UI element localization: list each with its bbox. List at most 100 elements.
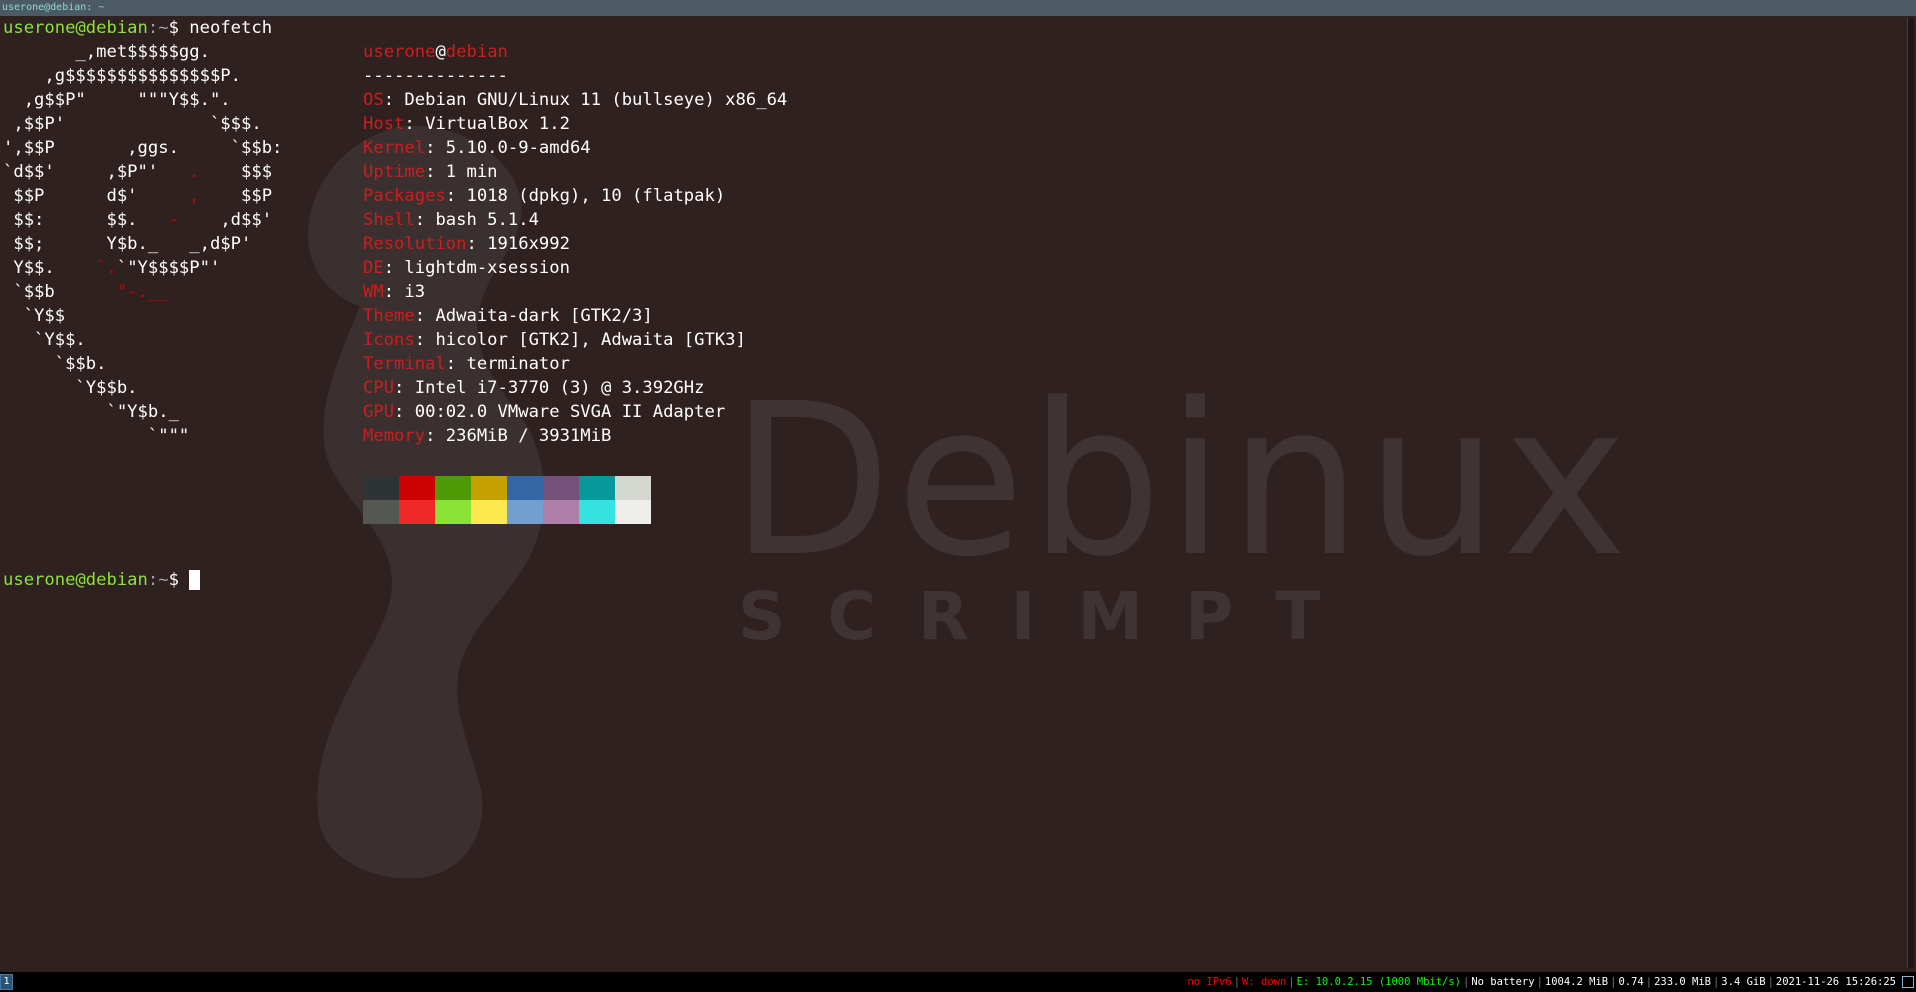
info-label: OS (363, 90, 384, 110)
palette-swatch-normal-5 (543, 476, 579, 500)
prompt-path-2: :~ (147, 570, 169, 590)
ascii-logo-line: `"Y$b._ (3, 400, 178, 424)
info-label: CPU (363, 378, 395, 398)
palette-swatch-normal-1 (399, 476, 435, 500)
info-label: Shell (363, 210, 415, 230)
info-value: : i3 (383, 282, 426, 302)
ascii-logo-line: $$: $$. - ,d$$' (3, 208, 272, 232)
battery-status: No battery (1471, 976, 1535, 988)
palette-swatch-normal-0 (363, 476, 399, 500)
command-prompt-line-2[interactable]: userone@debian:~$ (3, 568, 201, 592)
ascii-logo-segment: $$P d$' (3, 186, 190, 206)
ipv6-status: no IPv6 (1187, 976, 1232, 988)
info-value: : Intel i7-3770 (3) @ 3.392GHz (394, 378, 705, 398)
palette-swatch-bright-2 (435, 500, 471, 524)
terminal-scrollbar[interactable] (1906, 16, 1916, 972)
palette-swatch-normal-6 (579, 476, 615, 500)
ascii-logo-line: Y$$. `.`"Y$$$$P"' (3, 256, 220, 280)
palette-swatch-bright-7 (615, 500, 651, 524)
prompt-command: neofetch (178, 18, 273, 38)
info-row-shell: Shell: bash 5.1.4 (363, 208, 539, 232)
info-row-icons: Icons: hicolor [GTK2], Adwaita [GTK3] (363, 328, 746, 352)
palette-swatch-normal-4 (507, 476, 543, 500)
ascii-logo-red-segment: . (189, 162, 200, 182)
info-label: Terminal (363, 354, 446, 374)
info-value: : 1018 (dpkg), 10 (flatpak) (445, 186, 726, 206)
ascii-logo-segment: `Y$$b. (3, 378, 138, 398)
info-row-cpu: CPU: Intel i7-3770 (3) @ 3.392GHz (363, 376, 704, 400)
wallpaper-subtitle-text: SCRIMPT (738, 578, 1363, 655)
ascii-logo-red-segment: , (189, 186, 200, 206)
info-label: DE (363, 258, 384, 278)
info-value: : Adwaita-dark [GTK2/3] (414, 306, 653, 326)
info-label: Packages (363, 186, 446, 206)
ascii-logo-segment: `$$b (3, 282, 117, 302)
ascii-logo-line: `$$b. (3, 352, 107, 376)
info-label: Resolution (363, 234, 467, 254)
info-row-gpu: GPU: 00:02.0 VMware SVGA II Adapter (363, 400, 725, 424)
scrollbar-thumb[interactable] (1907, 18, 1914, 968)
info-row-de: DE: lightdm-xsession (363, 256, 570, 280)
memory-total-status: 3.4 GiB (1721, 976, 1766, 988)
info-value: : lightdm-xsession (383, 258, 570, 278)
status-separator: | (1288, 976, 1295, 988)
ascii-logo-line: `d$$' ,$P"' . $$$ (3, 160, 272, 184)
info-row-terminal: Terminal: terminator (363, 352, 570, 376)
info-value: : bash 5.1.4 (414, 210, 539, 230)
ascii-logo-line: `$$b "-.__ (3, 280, 169, 304)
info-label: Kernel (363, 138, 426, 158)
status-separator: | (1767, 976, 1774, 988)
ascii-logo-segment: ,$$P' `$$$. (3, 114, 262, 134)
info-label: GPU (363, 402, 395, 422)
info-value: : terminator (445, 354, 570, 374)
info-value: : 236MiB / 3931MiB (425, 426, 612, 446)
ascii-logo-line: `Y$$ (3, 304, 65, 328)
info-value: : Debian GNU/Linux 11 (bullseye) x86_64 (383, 90, 788, 110)
info-row-uptime: Uptime: 1 min (363, 160, 498, 184)
ascii-logo-segment: $$P (199, 186, 273, 206)
palette-swatch-bright-3 (471, 500, 507, 524)
info-value: : hicolor [GTK2], Adwaita [GTK3] (414, 330, 746, 350)
ascii-logo-segment: `"Y$$$$P"' (116, 258, 221, 278)
info-label: Memory (363, 426, 426, 446)
tray-window-icon[interactable] (1902, 976, 1914, 988)
ascii-logo-red-segment: "-.__ (116, 282, 169, 302)
palette-swatch-normal-3 (471, 476, 507, 500)
ethernet-status: E: 10.0.2.15 (1000 Mbit/s) (1296, 976, 1462, 988)
info-at: @ (435, 42, 446, 62)
workspace-button[interactable]: 1 (0, 974, 13, 990)
palette-swatch-normal-2 (435, 476, 471, 500)
info-host: debian (445, 42, 508, 62)
ascii-logo-segment: `Y$$ (3, 306, 66, 326)
info-row-kernel: Kernel: 5.10.0-9-amd64 (363, 136, 591, 160)
palette-swatch-normal-7 (615, 476, 651, 500)
ascii-logo-segment: ,d$$' (178, 210, 273, 230)
info-header: userone@debian (363, 40, 508, 64)
info-label: Theme (363, 306, 415, 326)
info-row-theme: Theme: Adwaita-dark [GTK2/3] (363, 304, 653, 328)
memory-used-status: 233.0 MiB (1654, 976, 1711, 988)
palette-swatch-bright-0 (363, 500, 399, 524)
info-value: : 00:02.0 VMware SVGA II Adapter (394, 402, 726, 422)
terminal-window[interactable]: Debinux SCRIMPT userone@debian:~$ neofet… (0, 16, 1906, 972)
prompt-symbol-2: $ (168, 570, 190, 590)
ascii-logo-segment: `$$b. (3, 354, 107, 374)
ascii-logo-line: `Y$$. (3, 328, 86, 352)
prompt-symbol: $ (168, 18, 179, 38)
ascii-logo-line: ,$$P' `$$$. (3, 112, 262, 136)
ascii-logo-line: ,g$$P" """Y$$.". (3, 88, 231, 112)
info-value: : VirtualBox 1.2 (404, 114, 570, 134)
prompt-user-2: userone@debian (3, 570, 148, 590)
wallpaper-logo-text: Debinux (730, 358, 1632, 603)
ascii-logo-line: `""" (3, 424, 189, 448)
ascii-logo-line: $$P d$' , $$P (3, 184, 272, 208)
ascii-logo-line: $$; Y$b._ _,d$P' (3, 232, 251, 256)
prompt-user: userone@debian (3, 18, 148, 38)
ascii-logo-line: `Y$$b. (3, 376, 138, 400)
info-row-resolution: Resolution: 1916x992 (363, 232, 570, 256)
ascii-logo-line: ',$$P ,ggs. `$$b: (3, 136, 282, 160)
ascii-logo-segment: $$: $$. (3, 210, 169, 230)
info-label: Uptime (363, 162, 426, 182)
prompt-path: :~ (147, 18, 169, 38)
ascii-logo-segment: $$$ (199, 162, 273, 182)
